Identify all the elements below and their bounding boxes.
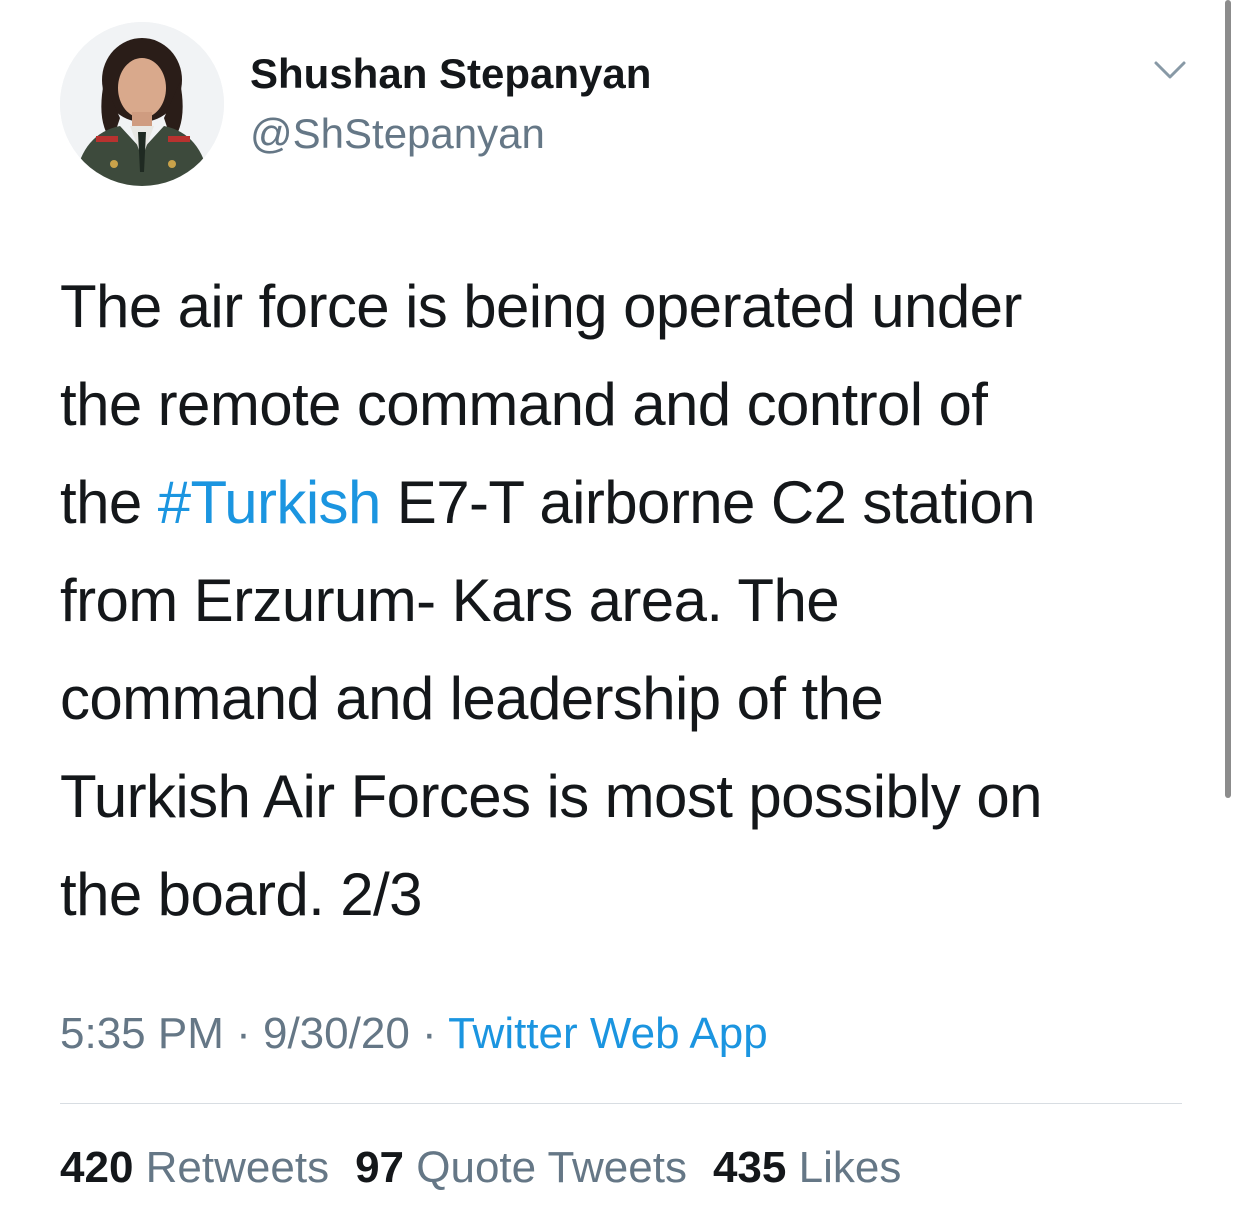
tweet-text-line: from Erzurum- Kars area. The [60,567,840,634]
tweet-source-link[interactable]: Twitter Web App [448,1009,768,1058]
tweet-time[interactable]: 5:35 PM [60,1009,224,1058]
meta-separator: · [409,1009,449,1058]
likes-count: 435 [712,1143,787,1192]
tweet-text-line: The air force is being operated under [60,273,1022,340]
divider [60,1103,1182,1104]
retweets-stat[interactable]: 420 Retweets [60,1143,329,1192]
tweet-text-segment: E7-T airborne C2 station [380,469,1036,536]
display-name[interactable]: Shushan Stepanyan [250,48,651,100]
tweet-text-line: the remote command and control of [60,371,988,438]
scrollbar[interactable] [1225,0,1231,798]
tweet-text-line: the board. 2/3 [60,861,422,928]
hashtag-link[interactable]: #Turkish [158,469,382,536]
avatar[interactable] [60,22,224,186]
quote-tweets-stat[interactable]: 97 Quote Tweets [355,1143,687,1192]
profile-photo [60,22,224,186]
quote-tweets-label: Quote Tweets [416,1143,687,1192]
retweets-label: Retweets [145,1143,330,1192]
quote-tweets-count: 97 [355,1143,405,1192]
tweet-text-line: Turkish Air Forces is most possibly on [60,763,1043,830]
tweet-text: The air force is being operated under th… [60,258,1200,944]
meta-separator: · [223,1009,263,1058]
tweet-menu-button[interactable] [1152,58,1188,82]
tweet-text-line: the #Turkish E7-T airborne C2 station [60,454,1200,552]
tweet-text-line: command and leadership of the [60,665,884,732]
tweet-date[interactable]: 9/30/20 [263,1009,410,1058]
chevron-down-icon [1154,61,1186,79]
tweet-stats: 420 Retweets 97 Quote Tweets 435 Likes [60,1138,901,1198]
likes-stat[interactable]: 435 Likes [713,1143,901,1192]
user-handle[interactable]: @ShStepanyan [250,108,545,160]
tweet-meta: 5:35 PM · 9/30/20 · Twitter Web App [60,1004,768,1064]
likes-label: Likes [798,1143,902,1192]
retweets-count: 420 [60,1143,134,1192]
tweet-text-segment: the [60,469,158,536]
